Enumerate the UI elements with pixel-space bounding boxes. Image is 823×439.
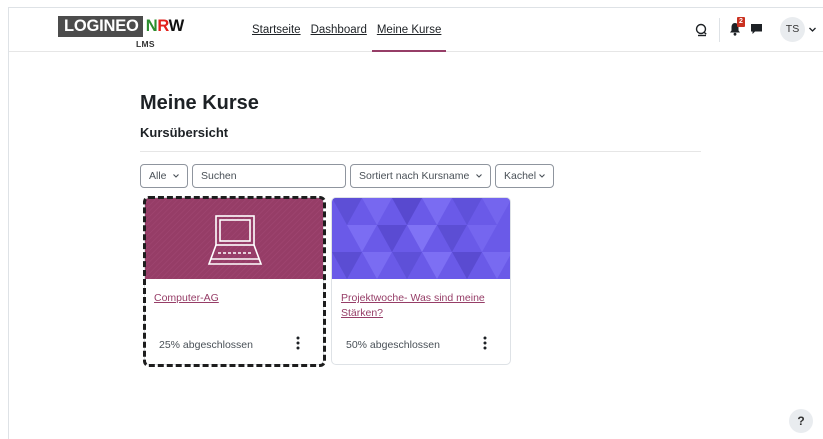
nav-link-dashboard[interactable]: Dashboard xyxy=(306,8,372,52)
course-link[interactable]: Computer-AG xyxy=(154,291,314,306)
view-dropdown[interactable]: Kachel xyxy=(495,164,554,188)
notification-count-badge: 2 xyxy=(737,17,745,27)
help-button[interactable]: ? xyxy=(789,409,813,433)
search-input[interactable]: Suchen xyxy=(192,164,346,188)
grouping-dropdown-label: Alle xyxy=(149,170,167,182)
top-navbar: LOGINEO NRW LMS Startseite Dashboard Mei… xyxy=(9,8,823,52)
chat-icon[interactable] xyxy=(750,23,763,35)
course-image[interactable] xyxy=(145,198,324,279)
grouping-dropdown[interactable]: Alle xyxy=(140,164,188,188)
view-dropdown-label: Kachel xyxy=(504,170,537,182)
nav-link-startseite[interactable]: Startseite xyxy=(247,8,306,52)
course-card: Projektwoche- Was sind meine Stärken? 50… xyxy=(331,197,511,365)
more-options-icon[interactable] xyxy=(480,335,490,351)
course-image[interactable] xyxy=(332,198,511,279)
chevron-down-icon xyxy=(539,174,545,178)
search-icon[interactable] xyxy=(694,22,710,38)
section-divider xyxy=(140,151,701,152)
sort-dropdown-label: Sortiert nach Kursname xyxy=(359,170,470,182)
app-frame: LOGINEO NRW LMS Startseite Dashboard Mei… xyxy=(8,7,823,439)
logo-text-logineo: LOGINEO xyxy=(58,16,143,37)
section-title: Kursübersicht xyxy=(140,125,229,140)
logo-text-lms: LMS xyxy=(136,39,155,49)
search-input-placeholder: Suchen xyxy=(201,170,237,182)
navbar-divider xyxy=(719,18,720,42)
user-avatar[interactable]: TS xyxy=(780,17,805,42)
chevron-down-icon xyxy=(173,174,179,178)
course-card: Computer-AG 25% abgeschlossen xyxy=(144,197,324,365)
course-link[interactable]: Projektwoche- Was sind meine Stärken? xyxy=(341,291,501,321)
chevron-down-icon xyxy=(476,174,482,178)
page-title: Meine Kurse xyxy=(140,92,259,114)
primary-navigation: Startseite Dashboard Meine Kurse xyxy=(247,8,447,52)
nav-link-meine-kurse[interactable]: Meine Kurse xyxy=(371,8,447,52)
course-progress: 50% abgeschlossen xyxy=(346,339,440,351)
chevron-down-icon[interactable] xyxy=(808,25,817,34)
more-options-icon[interactable] xyxy=(293,335,303,351)
sort-dropdown[interactable]: Sortiert nach Kursname xyxy=(350,164,491,188)
logo-text-nrw: NRW xyxy=(145,17,185,35)
course-progress: 25% abgeschlossen xyxy=(159,339,253,351)
